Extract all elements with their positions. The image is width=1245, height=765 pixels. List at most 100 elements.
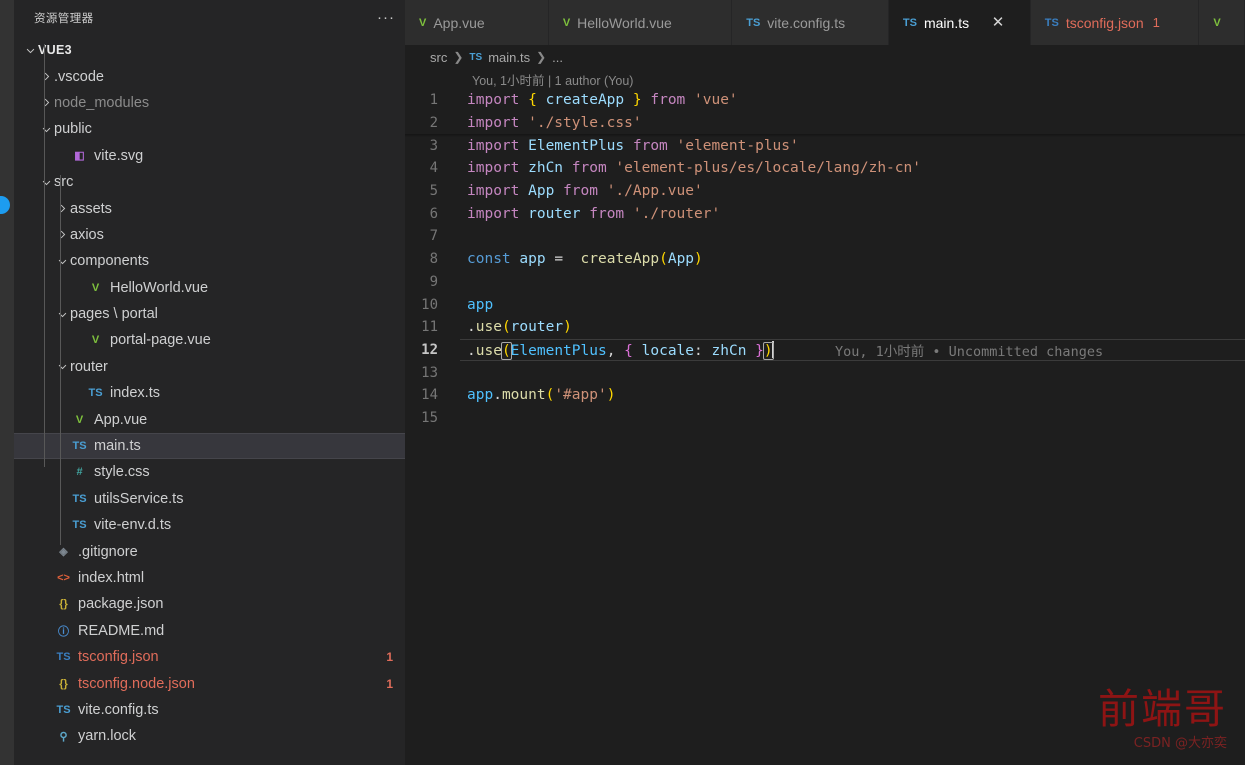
tree-file-app.vue[interactable]: V App.vue	[14, 406, 405, 432]
code-token: import	[467, 137, 529, 154]
code-token: '#app'	[554, 387, 607, 404]
code-token: zhCn	[528, 160, 564, 177]
editor-tab-bar[interactable]: V App.vue V HelloWorld.vue TS vite.config.ts T…	[405, 0, 1245, 45]
tree-file-readme.md[interactable]: ⓘ README.md	[14, 618, 405, 644]
code-line[interactable]: 13	[405, 361, 1245, 384]
tree-file-.gitignore[interactable]: ◈ .gitignore	[14, 538, 405, 564]
file-tree[interactable]: VUE3 .vscode node_modules public ◧ vite.svg sr…	[14, 35, 405, 765]
tree-file-tsconfig.node.json[interactable]: {} tsconfig.node.json 1	[14, 670, 405, 696]
line-number: 14	[421, 387, 438, 404]
tree-file-style.css[interactable]: # style.css	[14, 459, 405, 485]
tree-file-yarn.lock[interactable]: ⚲ yarn.lock	[14, 723, 405, 749]
tree-file-vite-env.d.ts[interactable]: TS vite-env.d.ts	[14, 512, 405, 538]
tree-item-label: pages \ portal	[70, 306, 158, 323]
tree-file-index.html[interactable]: <> index.html	[14, 565, 405, 591]
tree-file-helloworld.vue[interactable]: V HelloWorld.vue	[14, 275, 405, 301]
breadcrumb[interactable]: src ❯ TS main.ts ❯ ...	[405, 45, 1245, 69]
bracket-match: (	[500, 341, 512, 360]
tree-folder-components[interactable]: components	[14, 248, 405, 274]
code-line[interactable]: 11 .use(router)	[405, 316, 1245, 339]
code-token: './router'	[632, 205, 721, 222]
close-icon[interactable]: ✕	[990, 15, 1006, 30]
tree-folder-assets[interactable]: assets	[14, 195, 405, 221]
tree-file-utilsservice.ts[interactable]: TS utilsService.ts	[14, 486, 405, 512]
tree-file-vite.config.ts[interactable]: TS vite.config.ts	[14, 697, 405, 723]
breadcrumb-file[interactable]: main.ts	[488, 50, 530, 65]
tree-file-portal-page.vue[interactable]: Vportal-page.vue	[14, 327, 405, 353]
editor-tab-tsconfig.json[interactable]: TS tsconfig.json 1	[1030, 0, 1200, 45]
typescript-file-icon: TS	[56, 703, 71, 716]
more-actions-icon[interactable]: ···	[375, 7, 397, 29]
code-text: .use(router)	[460, 319, 572, 335]
tree-item-label: yarn.lock	[78, 728, 137, 745]
code-line[interactable]: 2 import './style.css'	[405, 112, 1245, 135]
tree-folder-node-modules[interactable]: node_modules	[14, 90, 405, 116]
breadcrumb-symbol[interactable]: ...	[552, 50, 563, 65]
tree-folder-src[interactable]: src	[14, 169, 405, 195]
code-line[interactable]: 15	[405, 407, 1245, 430]
code-text: import App from './App.vue'	[460, 183, 703, 199]
tree-file-package.json[interactable]: {} package.json	[14, 591, 405, 617]
editor-tab-vite.config.ts[interactable]: TS vite.config.ts	[732, 0, 889, 45]
code-line[interactable]: 9	[405, 271, 1245, 294]
code-token: app	[467, 387, 494, 404]
code-token: use	[475, 319, 502, 336]
tree-item-label: index.ts	[110, 385, 160, 402]
yarn-file-icon: ⚲	[59, 730, 68, 743]
tree-folder-pages-portal[interactable]: pages \ portal	[14, 301, 405, 327]
editor-tab-app.vue[interactable]: V App.vue	[405, 0, 549, 45]
code-line[interactable]: 1 import { createApp } from 'vue'	[405, 89, 1245, 112]
tree-folder-axios[interactable]: axios	[14, 222, 405, 248]
code-line[interactable]: 4 import zhCn from 'element-plus/es/local…	[405, 157, 1245, 180]
code-line[interactable]: 6 import router from './router'	[405, 202, 1245, 225]
chevron-down-icon	[54, 256, 70, 267]
chevron-right-icon	[38, 71, 54, 82]
code-line[interactable]: 7	[405, 225, 1245, 248]
tree-folder-vue3[interactable]: VUE3	[14, 37, 405, 63]
json-file-icon: {}	[59, 677, 68, 690]
code-line[interactable]: 10 app	[405, 293, 1245, 316]
editor-tab-label: tsconfig.json	[1065, 14, 1144, 31]
code-text: const app = createApp(App)	[460, 251, 703, 267]
code-line[interactable]: 12 .use(ElementPlus, { locale: zhCn })	[405, 338, 1245, 362]
tree-file-index.ts[interactable]: TS index.ts	[14, 380, 405, 406]
tree-item-label: vite.config.ts	[78, 701, 159, 718]
code-token: :	[694, 342, 712, 359]
line-number: 13	[421, 364, 438, 381]
html-file-icon: <>	[57, 572, 70, 584]
chevron-down-icon	[22, 45, 38, 56]
line-number: 8	[429, 251, 438, 268]
line-number: 4	[429, 160, 438, 177]
breadcrumb-folder[interactable]: src	[430, 50, 447, 65]
code-editor[interactable]: 1 import { createApp } from 'vue' 2 import …	[405, 89, 1245, 765]
code-line-body: import zhCn from 'element-plus/es/locale…	[460, 157, 1245, 180]
tree-folder-.vscode[interactable]: .vscode	[14, 63, 405, 89]
editor-tab-main.ts[interactable]: TS main.ts ✕	[888, 0, 1031, 45]
tree-file-main.ts[interactable]: TS main.ts	[14, 432, 405, 460]
code-token: './style.css'	[528, 115, 642, 132]
git-blame-inline: You, 1小时前 • Uncommitted changes	[835, 344, 1104, 361]
tree-item-label: tsconfig.node.json	[78, 675, 195, 692]
editor-tab-helloworld.vue[interactable]: V HelloWorld.vue	[548, 0, 733, 45]
tree-item-label: style.css	[94, 464, 150, 481]
activity-bar-strip[interactable]	[0, 0, 14, 765]
code-text: .use(ElementPlus, { locale: zhCn })	[460, 340, 774, 360]
typescript-file-icon: TS	[72, 492, 87, 505]
code-line[interactable]: 3 import ElementPlus from 'element-plus'	[405, 134, 1245, 157]
code-line[interactable]: 14 app.mount('#app')	[405, 384, 1245, 407]
tree-folder-public[interactable]: public	[14, 116, 405, 142]
tree-file-tsconfig.json[interactable]: TS tsconfig.json 1	[14, 644, 405, 670]
chevron-down-icon	[38, 177, 54, 188]
editor-tab-overflow[interactable]: V	[1199, 0, 1245, 45]
chevron-down-icon	[38, 124, 54, 135]
tree-file-vite.svg[interactable]: ◧ vite.svg	[14, 143, 405, 169]
tree-folder-router[interactable]: router	[14, 354, 405, 380]
tree-item-label: App.vue	[94, 411, 148, 428]
code-token: {	[624, 342, 642, 359]
code-line[interactable]: 8 const app = createApp(App)	[405, 248, 1245, 271]
code-token: 'vue'	[694, 92, 738, 109]
code-token: (	[659, 251, 668, 268]
error-badge: 1	[386, 650, 393, 665]
tree-item-label: utilsService.ts	[94, 490, 184, 507]
code-line[interactable]: 5 import App from './App.vue'	[405, 180, 1245, 203]
